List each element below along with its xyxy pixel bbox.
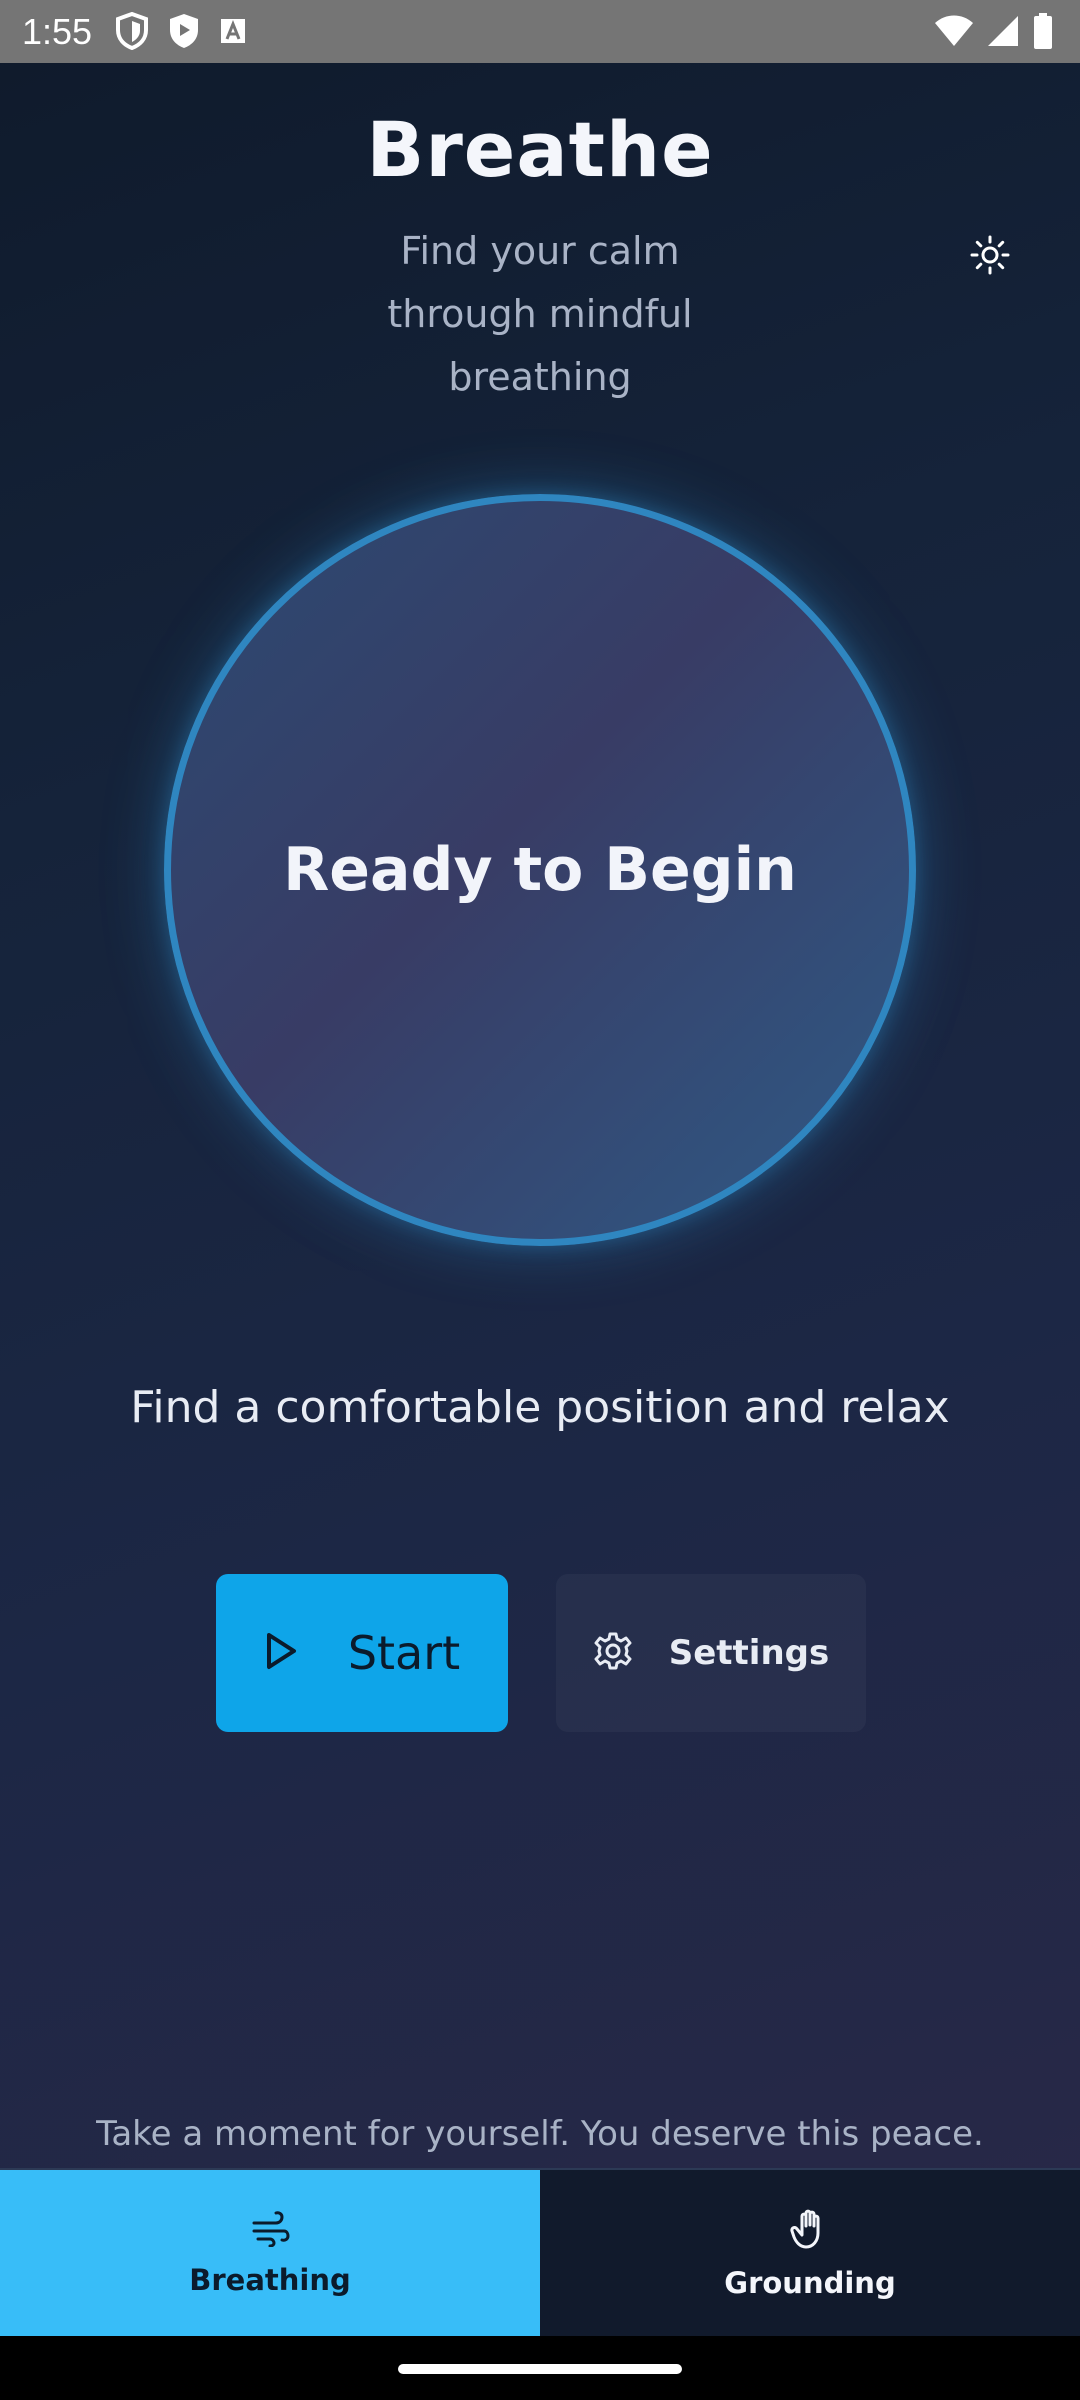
app-title: Breathe [366, 105, 714, 194]
sun-icon [970, 235, 1010, 279]
play-store-icon [167, 12, 201, 54]
start-button[interactable]: Start [216, 1574, 508, 1732]
theme-toggle-button[interactable] [965, 232, 1015, 282]
bottom-nav: Breathing Grounding [0, 2168, 1080, 2338]
settings-button-label: Settings [668, 1633, 830, 1673]
play-icon [264, 1632, 298, 1674]
signal-icon [986, 14, 1020, 52]
instruction-text: Find a comfortable position and relax [130, 1382, 950, 1433]
battery-icon [1032, 12, 1054, 54]
settings-button[interactable]: Settings [556, 1574, 866, 1732]
footer-quote: Take a moment for yourself. You deserve … [96, 2114, 984, 2154]
shield-icon [115, 11, 149, 54]
hand-icon [790, 2208, 830, 2254]
breathing-circle: Ready to Begin [164, 494, 916, 1246]
breathing-status-label: Ready to Begin [283, 835, 797, 905]
wind-icon [250, 2211, 290, 2251]
status-time: 1:55 [22, 11, 93, 52]
gear-icon [593, 1631, 633, 1675]
a-icon [219, 16, 247, 50]
status-icons-right [934, 12, 1054, 54]
app-subtitle: Find your calm through mindful breathing [387, 229, 693, 399]
tab-breathing[interactable]: Breathing [0, 2170, 540, 2338]
status-icons-left [115, 11, 247, 54]
tab-grounding[interactable]: Grounding [540, 2170, 1080, 2338]
start-button-label: Start [347, 1626, 461, 1680]
tab-breathing-label: Breathing [189, 2263, 351, 2297]
home-indicator[interactable] [398, 2364, 682, 2374]
status-bar: 1:55 [0, 0, 1080, 63]
wifi-icon [934, 14, 974, 52]
tab-grounding-label: Grounding [724, 2266, 896, 2300]
system-nav-bar [0, 2336, 1080, 2400]
